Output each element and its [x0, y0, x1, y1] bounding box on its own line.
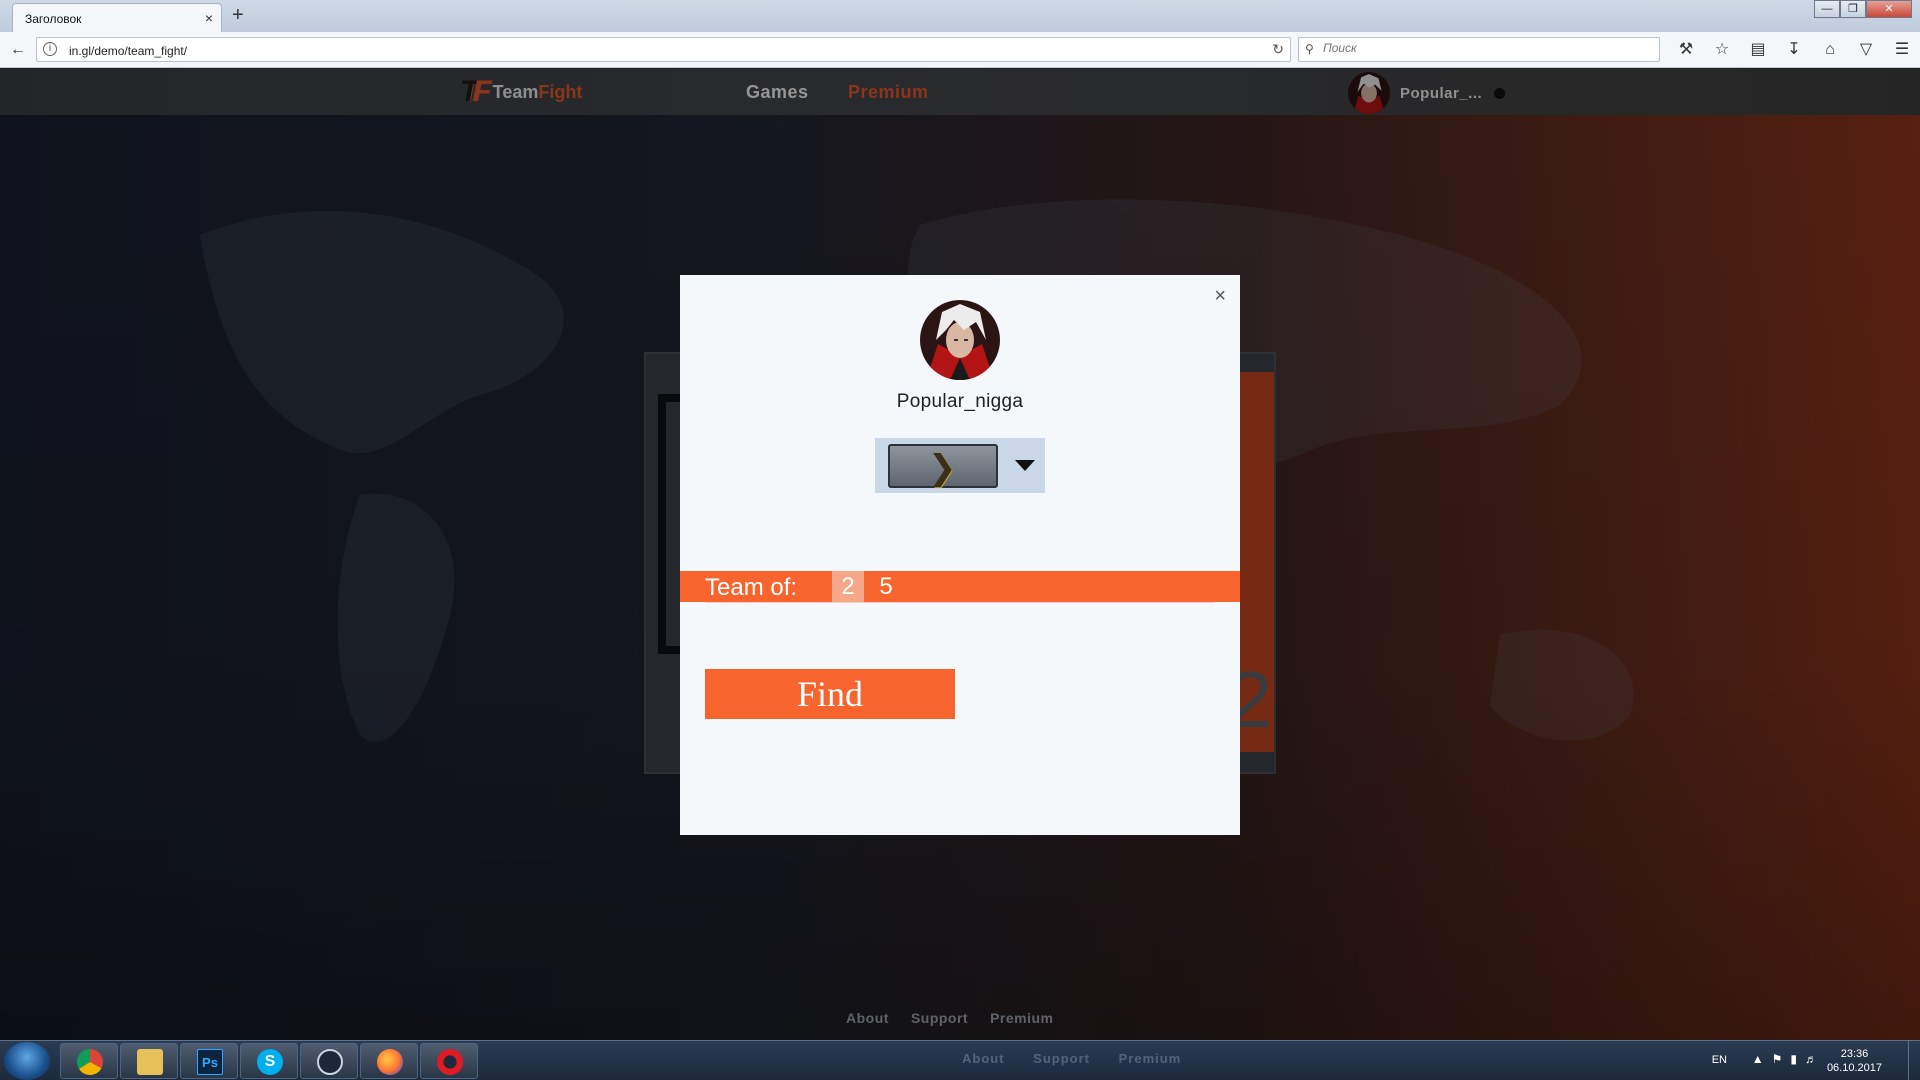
download-icon[interactable]: ↧	[1776, 38, 1812, 62]
team-search-modal: × Popular_nigga ❯ Team of: 2 5 Find	[680, 275, 1240, 835]
ghost-support: Support	[1033, 1051, 1090, 1066]
firefox-icon	[377, 1049, 403, 1075]
system-tray: EN ▲⚑▮♬ 23:36 06.10.2017	[1620, 1041, 1920, 1080]
taskbar-opera[interactable]	[420, 1043, 478, 1079]
clock[interactable]: 23:36 06.10.2017	[1827, 1047, 1882, 1075]
window-controls: — ❐ ✕	[1814, 0, 1912, 18]
ghost-about: About	[962, 1051, 1005, 1066]
avatar	[920, 300, 1000, 380]
hamburger-menu-icon[interactable]: ☰	[1884, 38, 1920, 62]
show-desktop-button[interactable]	[1908, 1041, 1920, 1080]
opera-icon	[437, 1049, 463, 1075]
wrench-icon[interactable]: ⚒	[1668, 38, 1704, 62]
os-taskbar: Ps S About Support Premium EN ▲⚑▮♬ 23:36…	[0, 1040, 1920, 1080]
rank-chevron-icon: ❯	[928, 449, 957, 487]
tab-title: Заголовок	[25, 12, 82, 26]
team-size-label: Team of:	[705, 574, 798, 601]
address-bar[interactable]: i in.gl/demo/team_fight/ ↻	[36, 37, 1291, 62]
skype-icon: S	[257, 1049, 283, 1075]
search-input[interactable]	[1323, 41, 1643, 55]
team-size-option-2[interactable]: 2	[832, 571, 864, 602]
clock-date: 06.10.2017	[1826, 1062, 1882, 1074]
pocket-icon[interactable]: ▽	[1848, 38, 1884, 62]
chevron-down-icon[interactable]	[1012, 452, 1038, 478]
steam-icon	[317, 1049, 343, 1075]
browser-tabbar: Заголовок × + — ❐ ✕	[0, 0, 1920, 32]
bookmark-star-icon[interactable]: ☆	[1704, 38, 1740, 62]
browser-tab[interactable]: Заголовок ×	[12, 3, 222, 32]
taskbar-chrome[interactable]	[60, 1043, 118, 1079]
taskbar-ghost-text: About Support Premium	[962, 1051, 1205, 1066]
tray-icons[interactable]: ▲⚑▮♬	[1752, 1052, 1825, 1066]
home-icon[interactable]: ⌂	[1812, 38, 1848, 62]
taskbar-skype[interactable]: S	[240, 1043, 298, 1079]
team-bar-underline	[705, 602, 1215, 603]
back-arrow-icon[interactable]: ←	[6, 38, 30, 62]
taskbar-steam[interactable]	[300, 1043, 358, 1079]
site-info-icon[interactable]: i	[43, 42, 57, 56]
taskbar-explorer[interactable]	[120, 1043, 178, 1079]
browser-navbar: ← i in.gl/demo/team_fight/ ↻ ⚲ ⚒ ☆ ▤ ↧ ⌂…	[0, 32, 1920, 68]
browser-search-bar[interactable]: ⚲	[1298, 37, 1660, 62]
tab-close-icon[interactable]: ×	[205, 10, 213, 26]
rank-badge: ❯	[888, 444, 998, 488]
find-button[interactable]: Find	[705, 669, 955, 719]
ghost-premium: Premium	[1118, 1051, 1182, 1066]
minimize-button[interactable]: —	[1814, 0, 1840, 18]
rank-selector[interactable]: ❯	[875, 438, 1045, 493]
clipboard-icon[interactable]: ▤	[1740, 38, 1776, 62]
browser-toolbar: ⚒ ☆ ▤ ↧ ⌂ ▽ ☰	[1668, 38, 1920, 62]
maximize-button[interactable]: ❐	[1840, 0, 1866, 18]
close-window-button[interactable]: ✕	[1866, 0, 1912, 18]
chrome-icon	[77, 1049, 103, 1075]
photoshop-icon: Ps	[197, 1049, 223, 1075]
taskbar-photoshop[interactable]: Ps	[180, 1043, 238, 1079]
team-size-bar: Team of: 2 5	[680, 571, 1240, 603]
start-button[interactable]	[4, 1042, 50, 1080]
new-tab-button[interactable]: +	[232, 4, 244, 27]
reload-icon[interactable]: ↻	[1272, 41, 1284, 58]
search-icon: ⚲	[1305, 42, 1314, 56]
language-indicator[interactable]: EN	[1712, 1054, 1727, 1066]
team-size-option-5[interactable]: 5	[870, 571, 902, 602]
clock-time: 23:36	[1840, 1048, 1869, 1060]
close-icon[interactable]: ×	[1214, 285, 1226, 308]
folder-icon	[137, 1049, 163, 1075]
address-url[interactable]: in.gl/demo/team_fight/	[69, 44, 187, 58]
taskbar-firefox[interactable]	[360, 1043, 418, 1079]
profile-username: Popular_nigga	[896, 391, 1024, 412]
